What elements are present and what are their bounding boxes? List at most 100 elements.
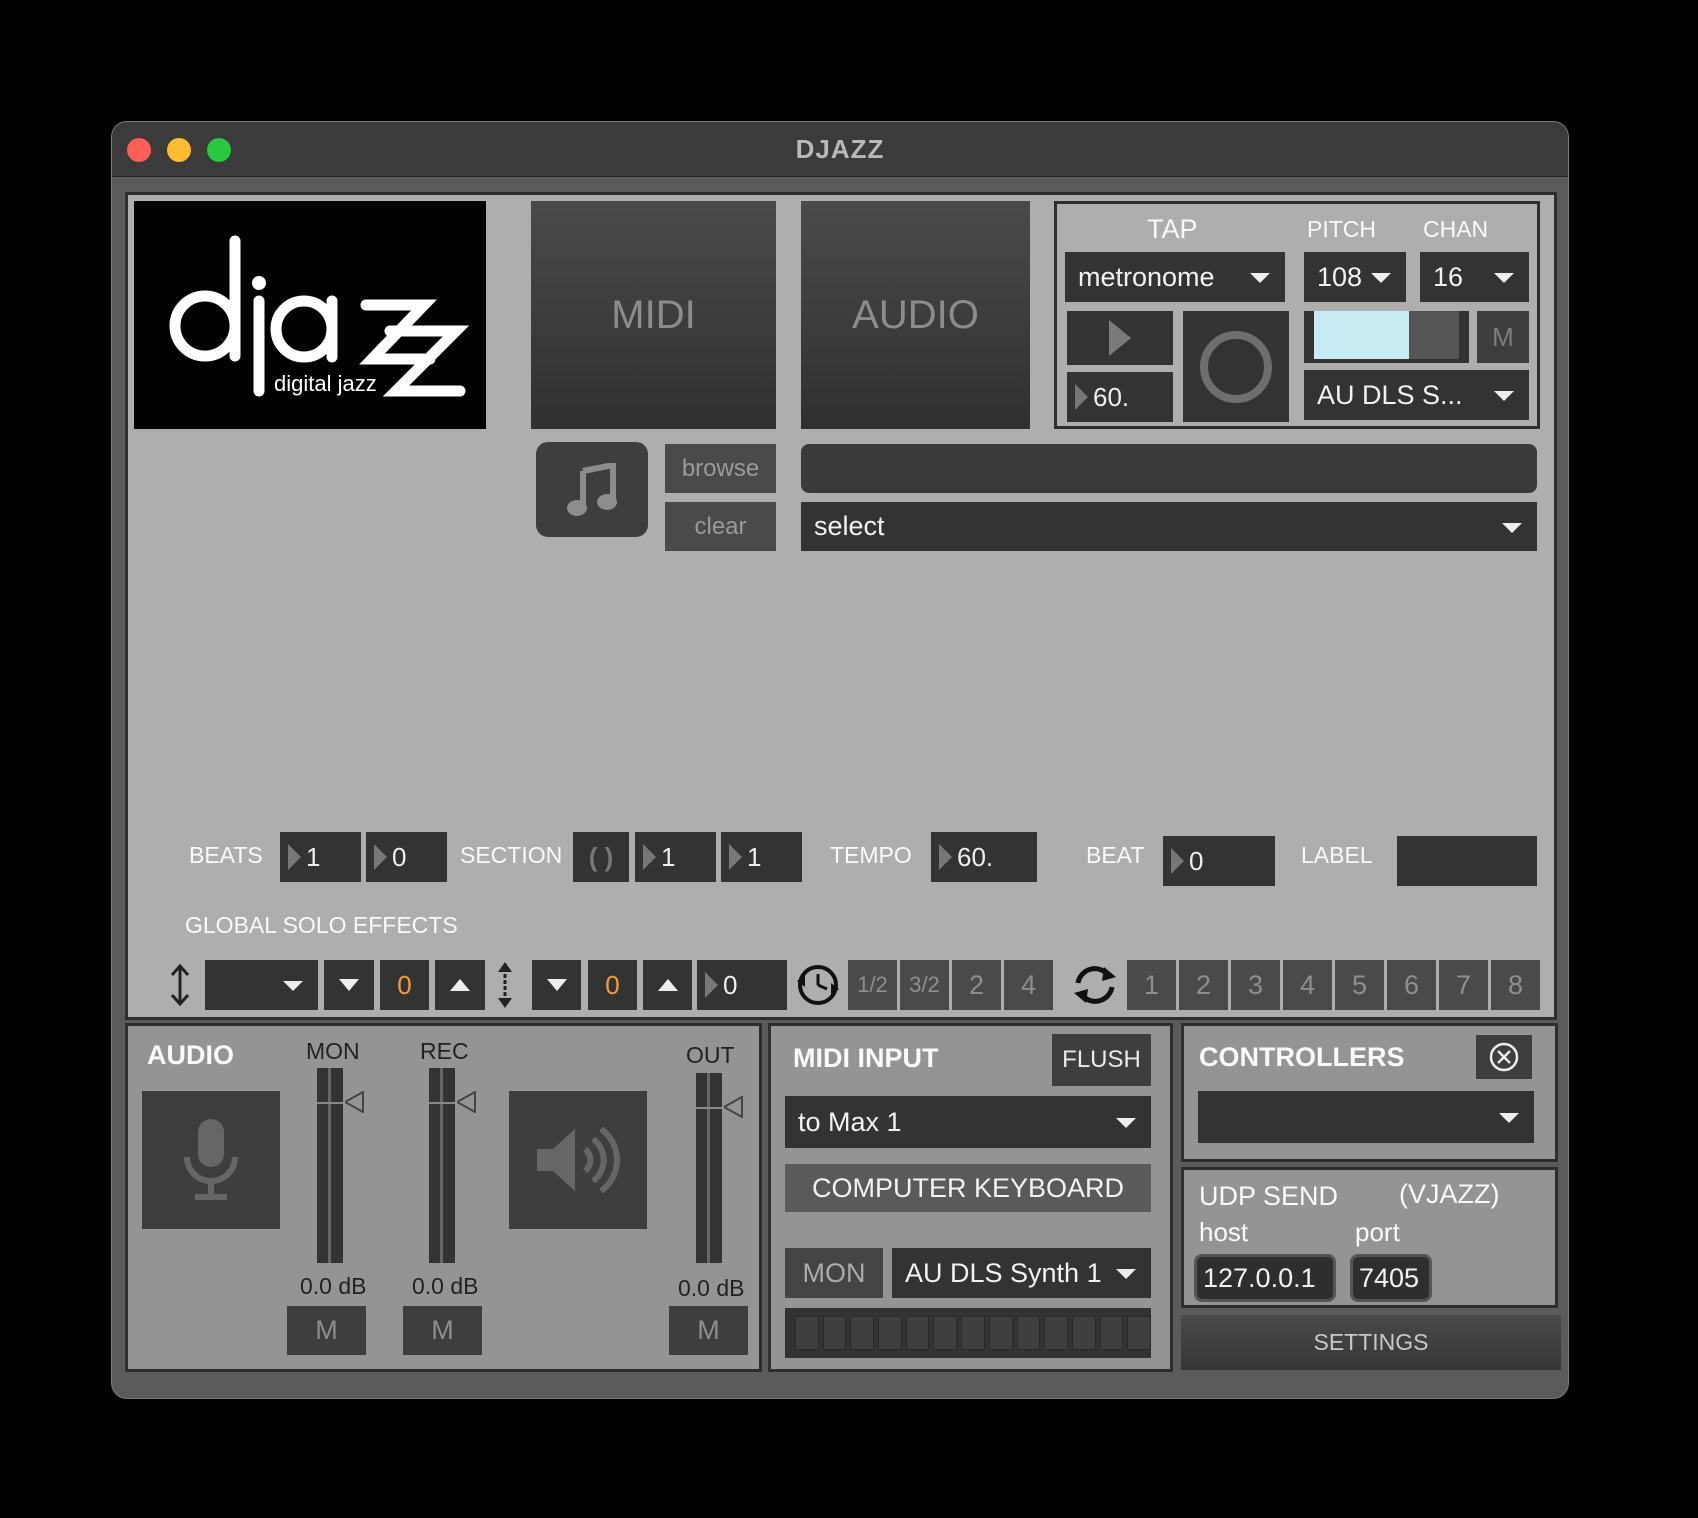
chan-dropdown[interactable]: 16: [1420, 252, 1529, 302]
arrow-up-icon: [450, 979, 470, 991]
octave-up-button[interactable]: [643, 960, 692, 1010]
midi-synth-dropdown[interactable]: AU DLS Synth 1: [892, 1248, 1151, 1298]
transpose-down-button[interactable]: [324, 960, 374, 1010]
browse-button[interactable]: browse: [665, 444, 776, 493]
tap-sound-dropdown[interactable]: metronome: [1065, 252, 1285, 302]
chevron-down-icon: [1250, 273, 1270, 283]
effects-title: GLOBAL SOLO EFFECTS: [185, 912, 458, 938]
transpose-value: 0: [380, 960, 429, 1010]
beats-field-1[interactable]: 1: [280, 832, 361, 882]
computer-keyboard-button[interactable]: COMPUTER KEYBOARD: [785, 1164, 1151, 1212]
audio-mode-button[interactable]: AUDIO: [801, 201, 1030, 429]
beats-field-2[interactable]: 0: [366, 832, 447, 882]
tap-tempo-value: 60.: [1093, 381, 1130, 412]
beats-value-2: 0: [392, 841, 407, 872]
tap-mute-button[interactable]: M: [1477, 311, 1529, 363]
out-level-meter[interactable]: [696, 1073, 722, 1263]
tap-level-slider[interactable]: [1304, 311, 1469, 363]
tap-synth-dropdown[interactable]: AU DLS S...: [1304, 370, 1529, 420]
chevron-down-icon: [283, 981, 303, 991]
loop-button[interactable]: 1: [1127, 960, 1176, 1010]
rec-label: REC: [420, 1038, 469, 1064]
midi-port-value: to Max 1: [798, 1106, 902, 1137]
chevron-down-icon: [1494, 391, 1514, 401]
settings-button[interactable]: SETTINGS: [1181, 1315, 1561, 1370]
midi-activity-cell: [822, 1316, 847, 1350]
pitch-dropdown[interactable]: 108: [1304, 252, 1406, 302]
mon-level-meter[interactable]: [317, 1068, 343, 1263]
rec-gain-handle-icon[interactable]: [454, 1090, 477, 1118]
section-field-1[interactable]: 1: [635, 832, 716, 882]
meter-divider: [328, 1068, 331, 1263]
out-mute-button[interactable]: M: [669, 1306, 748, 1355]
loop-button[interactable]: 7: [1439, 960, 1488, 1010]
loop-button[interactable]: 2: [1179, 960, 1228, 1010]
transpose-up-button[interactable]: [435, 960, 485, 1010]
midi-activity-cell: [988, 1316, 1013, 1350]
effect-dropdown[interactable]: [205, 960, 318, 1010]
number-arrow-icon: [374, 844, 387, 870]
mon-label: MON: [306, 1038, 360, 1064]
section-value-2: 1: [747, 841, 762, 872]
loop-button[interactable]: 5: [1335, 960, 1384, 1010]
out-gain-handle-icon[interactable]: [721, 1095, 744, 1123]
djazz-logo-graphic: digital jazz: [169, 235, 470, 397]
number-arrow-icon: [705, 972, 718, 998]
rec-level-meter[interactable]: [429, 1068, 455, 1263]
octave-down-button[interactable]: [532, 960, 581, 1010]
speaker-output-button[interactable]: [509, 1091, 647, 1229]
effect-number-field[interactable]: 0: [697, 960, 787, 1010]
section-field-2[interactable]: 1: [721, 832, 802, 882]
loop-button[interactable]: 6: [1387, 960, 1436, 1010]
app-window: DJAZZ digital jazz MIDI AUDIO TAP PITCH …: [111, 121, 1569, 1399]
mic-input-button[interactable]: [142, 1091, 280, 1229]
rec-db: 0.0 dB: [412, 1273, 479, 1299]
tap-title: TAP: [1147, 214, 1198, 244]
tap-synth-value: AU DLS S...: [1317, 379, 1463, 410]
number-arrow-icon: [643, 844, 656, 870]
udp-host-input[interactable]: 127.0.0.1: [1194, 1254, 1336, 1302]
mon-mute-button[interactable]: M: [287, 1306, 366, 1355]
loop-button[interactable]: 4: [1283, 960, 1332, 1010]
chan-value: 16: [1433, 261, 1464, 292]
udp-send-panel: UDP SEND (VJAZZ) host port 127.0.0.1 740…: [1181, 1167, 1558, 1308]
speed-button[interactable]: 4: [1004, 960, 1053, 1010]
speed-buttons: 1/2 3/2 2 4: [848, 960, 1056, 1010]
udp-subtitle: (VJAZZ): [1399, 1179, 1500, 1209]
window-title: DJAZZ: [795, 134, 885, 164]
music-file-button[interactable]: [536, 442, 648, 537]
midi-mon-button[interactable]: MON: [785, 1248, 883, 1298]
midi-port-dropdown[interactable]: to Max 1: [785, 1096, 1151, 1148]
tempo-field[interactable]: 60.: [931, 832, 1037, 882]
speed-button[interactable]: 1/2: [848, 960, 897, 1010]
controllers-close-button[interactable]: [1476, 1035, 1532, 1079]
loop-button[interactable]: 8: [1491, 960, 1540, 1010]
section-loop-icon[interactable]: ( ): [573, 832, 629, 882]
audio-title: AUDIO: [147, 1040, 234, 1070]
file-select-dropdown[interactable]: select: [801, 502, 1537, 551]
midi-activity-cell: [961, 1316, 985, 1350]
tap-button[interactable]: [1183, 311, 1289, 422]
section-value-1: 1: [661, 841, 676, 872]
speaker-icon: [537, 1126, 620, 1194]
label-field[interactable]: [1397, 836, 1537, 886]
tempo-value: 60.: [957, 841, 994, 872]
loop-button[interactable]: 3: [1231, 960, 1280, 1010]
speed-button[interactable]: 2: [952, 960, 1001, 1010]
midi-activity-cell: [1071, 1316, 1096, 1350]
midi-activity-cell: [1044, 1316, 1068, 1350]
udp-port-input[interactable]: 7405: [1350, 1254, 1432, 1302]
rec-mute-button[interactable]: M: [403, 1306, 482, 1355]
midi-activity-cell: [933, 1316, 958, 1350]
beat-label: BEAT: [1086, 842, 1145, 868]
beat-field[interactable]: 0: [1163, 836, 1275, 886]
flush-button[interactable]: FLUSH: [1052, 1034, 1151, 1086]
tap-play-button[interactable]: [1067, 311, 1173, 365]
midi-mode-button[interactable]: MIDI: [531, 201, 776, 429]
mon-gain-handle-icon[interactable]: [342, 1090, 365, 1118]
speed-button[interactable]: 3/2: [900, 960, 949, 1010]
clear-button[interactable]: clear: [665, 502, 776, 551]
file-path-field[interactable]: [801, 444, 1537, 493]
tap-tempo-field[interactable]: 60.: [1067, 372, 1173, 422]
controllers-dropdown[interactable]: [1198, 1091, 1534, 1143]
